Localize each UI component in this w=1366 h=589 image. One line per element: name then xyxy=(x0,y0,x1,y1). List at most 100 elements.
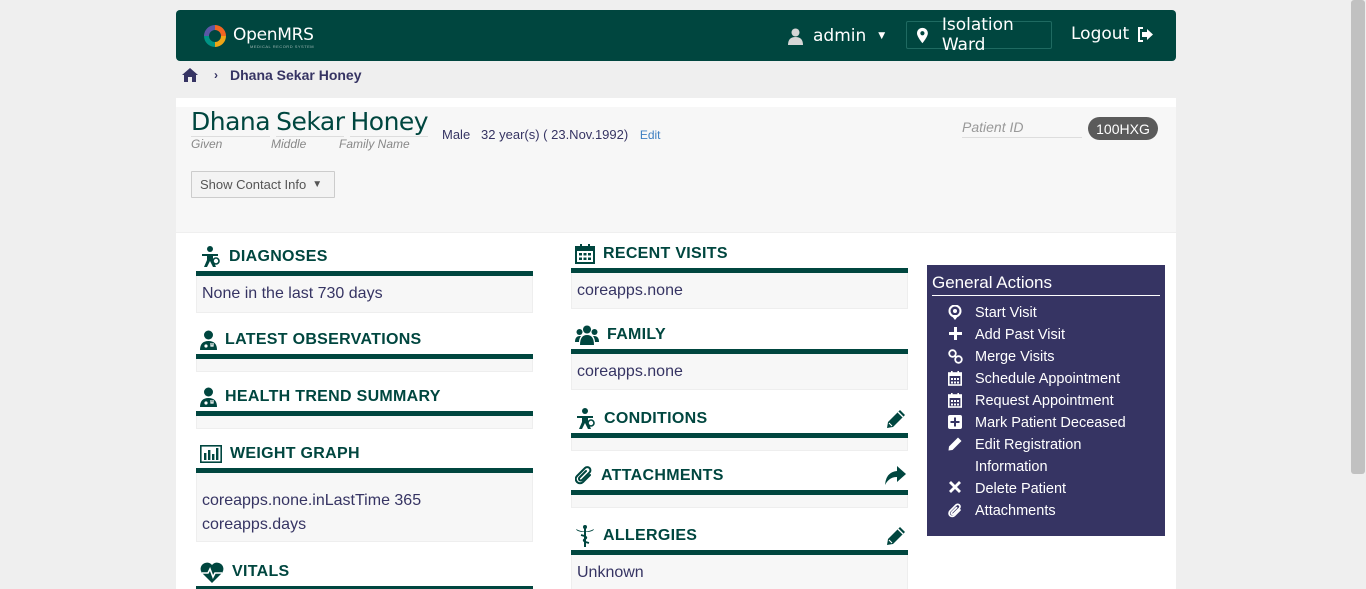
diagnoses-header: Diagnoses xyxy=(196,243,533,271)
breadcrumb-patient[interactable]: Dhana Sekar Honey xyxy=(230,67,362,83)
patient-name: Dhana Sekar Honey xyxy=(191,107,429,137)
paperclip-icon xyxy=(947,500,963,518)
vitals-header: Vitals xyxy=(196,558,533,586)
link-icon xyxy=(947,346,963,364)
general-actions-panel: General Actions Start Visit Add Past Vis… xyxy=(927,265,1165,536)
plus-square-icon xyxy=(947,412,963,429)
medical-caduceus-icon xyxy=(576,525,594,547)
close-icon xyxy=(947,478,963,493)
allergies-header: Allergies xyxy=(571,522,908,550)
merge-visits-label: Merge Visits xyxy=(975,349,1055,365)
diagnosis-icon xyxy=(202,246,220,267)
health-trend-title: Health Trend Summary xyxy=(225,388,441,405)
vitals-widget: Vitals xyxy=(196,558,533,589)
dashboard-content: Diagnoses None in the last 730 days Late… xyxy=(176,233,1176,589)
delete-patient-label: Delete Patient xyxy=(975,481,1067,497)
user-menu[interactable]: admin ▼ xyxy=(788,24,885,48)
caret-down-icon: ▼ xyxy=(312,179,323,190)
user-name: admin xyxy=(813,26,867,46)
merge-visits-action[interactable]: Merge Visits xyxy=(932,346,1160,368)
sign-out-icon xyxy=(1138,26,1154,42)
recent-visits-title: Recent Visits xyxy=(603,245,728,262)
weight-graph-body: coreapps.none.inLastTime 365 coreapps.da… xyxy=(196,473,533,542)
request-appointment-action[interactable]: Request Appointment xyxy=(932,390,1160,412)
location-name: Isolation Ward xyxy=(941,15,1014,55)
patient-id-badge: 100HXG xyxy=(1088,117,1158,140)
given-name: Dhana xyxy=(191,107,271,137)
start-visit-action[interactable]: Start Visit xyxy=(932,302,1160,324)
user-icon xyxy=(788,28,803,45)
pencil-icon[interactable] xyxy=(886,409,906,429)
attachments-body xyxy=(571,495,908,508)
diagnosis-icon xyxy=(577,408,595,429)
paperclip-icon xyxy=(575,466,592,485)
home-icon[interactable] xyxy=(182,68,198,82)
mark-deceased-action[interactable]: Mark Patient Deceased xyxy=(932,412,1160,434)
diagnoses-text: None in the last 730 days xyxy=(202,285,383,302)
middle-name-text: Sekar xyxy=(276,107,345,136)
schedule-appointment-label: Schedule Appointment xyxy=(975,371,1121,387)
contact-button-label: Show Contact Info xyxy=(200,177,307,192)
weight-graph-title: Weight Graph xyxy=(230,445,360,462)
add-past-visit-action[interactable]: Add Past Visit xyxy=(932,324,1160,346)
chevron-down-icon: ▼ xyxy=(878,31,886,41)
family-body: coreapps.none xyxy=(571,354,908,390)
allergies-body: Unknown xyxy=(571,555,908,589)
calendar-icon xyxy=(947,368,963,386)
pencil-icon xyxy=(947,434,963,451)
diagnoses-widget: Diagnoses None in the last 730 days xyxy=(196,243,533,313)
diagnoses-body: None in the last 730 days xyxy=(196,276,533,313)
map-marker-icon xyxy=(917,27,928,43)
request-appointment-label: Request Appointment xyxy=(975,393,1114,409)
logout-link[interactable]: Logout xyxy=(1071,24,1154,44)
latest-observations-body xyxy=(196,359,533,372)
weight-graph-line2: coreapps.days xyxy=(202,516,307,533)
patient-id-label: Patient ID xyxy=(962,119,1082,138)
family-widget: Family coreapps.none xyxy=(571,321,908,390)
user-md-icon xyxy=(200,387,217,407)
show-contact-info-button[interactable]: Show Contact Info ▼ xyxy=(191,171,335,198)
general-actions-title: General Actions xyxy=(932,273,1160,296)
health-trend-body xyxy=(196,416,533,429)
gender: Male xyxy=(442,127,471,142)
scrollbar[interactable] xyxy=(1351,0,1365,474)
edit-registration-action[interactable]: Edit Registration Information xyxy=(932,434,1160,478)
edit-demographics-link[interactable]: Edit xyxy=(640,128,661,142)
top-header: OpenMRS MEDICAL RECORD SYSTEM admin ▼ Is… xyxy=(176,10,1176,61)
middle-name: Sekar xyxy=(276,107,345,137)
allergies-text: Unknown xyxy=(577,563,644,581)
age-birthdate: 32 year(s) ( 23.Nov.1992) xyxy=(481,127,629,142)
location-selector[interactable]: Isolation Ward xyxy=(906,15,1052,55)
recent-visits-widget: Recent Visits coreapps.none xyxy=(571,240,908,309)
attachments-header: Attachments xyxy=(571,462,908,490)
conditions-title: Conditions xyxy=(604,410,708,427)
conditions-header: Conditions xyxy=(571,405,908,433)
pencil-icon[interactable] xyxy=(886,526,906,546)
vitals-title: Vitals xyxy=(232,563,290,580)
openmrs-logo[interactable]: OpenMRS MEDICAL RECORD SYSTEM xyxy=(202,22,337,50)
allergies-title: Allergies xyxy=(603,527,698,544)
weight-graph-line1: coreapps.none.inLastTime 365 xyxy=(202,492,422,509)
patient-demographics: Male 32 year(s) ( 23.Nov.1992) Edit xyxy=(442,127,661,142)
attachments-action[interactable]: Attachments xyxy=(932,500,1160,522)
family-text: coreapps.none xyxy=(577,362,683,380)
allergies-widget: Allergies Unknown xyxy=(571,522,908,589)
user-md-icon xyxy=(200,330,217,350)
mark-deceased-label: Mark Patient Deceased xyxy=(975,415,1126,431)
openmrs-logo-icon xyxy=(204,25,226,47)
recent-visits-header: Recent Visits xyxy=(571,240,908,268)
users-icon xyxy=(575,325,599,345)
map-marker-icon xyxy=(947,302,963,320)
attachments-widget: Attachments xyxy=(571,462,908,508)
latest-observations-title: Latest Observations xyxy=(225,331,422,348)
delete-patient-action[interactable]: Delete Patient xyxy=(932,478,1160,500)
family-name-text: Honey xyxy=(350,107,429,136)
middle-label: Middle xyxy=(271,137,307,151)
recent-visits-body: coreapps.none xyxy=(571,273,908,309)
attachments-label: Attachments xyxy=(975,503,1056,519)
share-icon[interactable] xyxy=(884,466,906,486)
calendar-icon xyxy=(575,244,595,264)
health-trend-header: Health Trend Summary xyxy=(196,383,533,411)
heartbeat-icon xyxy=(200,562,224,583)
schedule-appointment-action[interactable]: Schedule Appointment xyxy=(932,368,1160,390)
